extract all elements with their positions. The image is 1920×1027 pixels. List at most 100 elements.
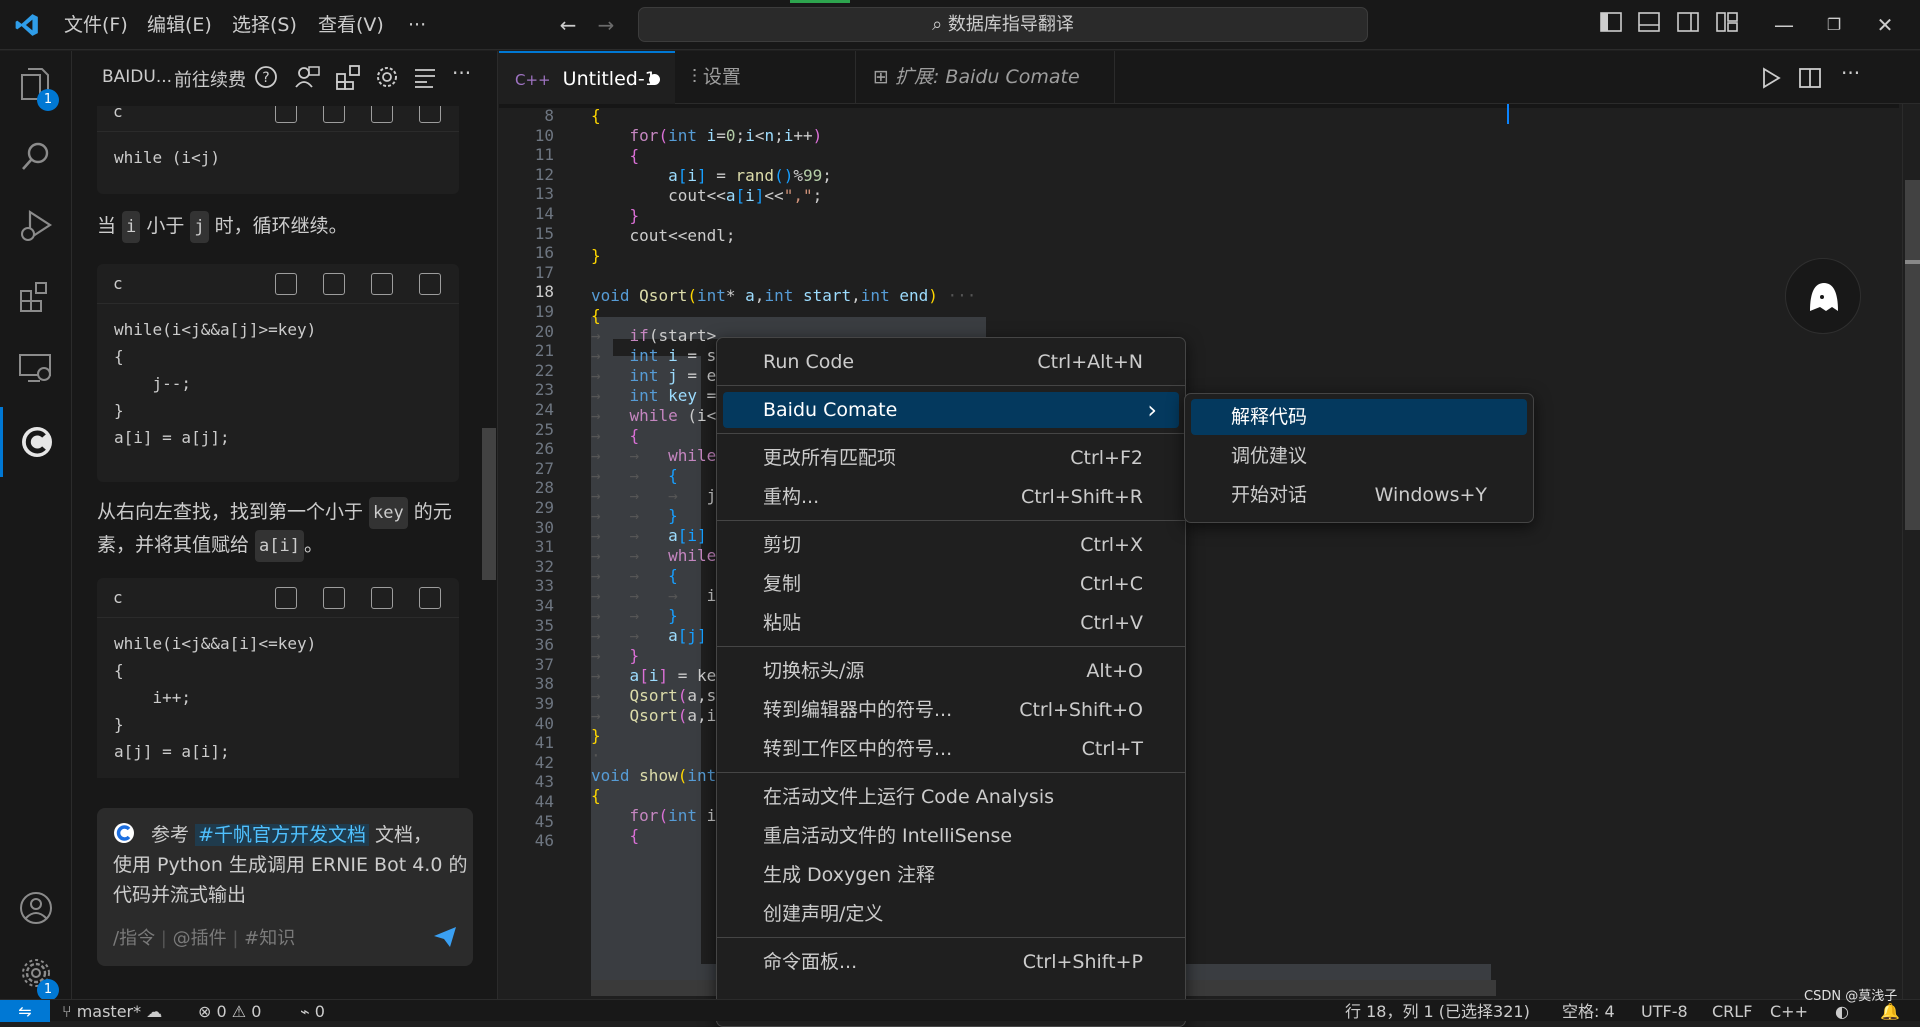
list-filter-icon[interactable] [413,65,437,89]
copy-icon[interactable] [371,587,393,609]
command-center[interactable]: ⌕ 数据库指导翻译 [638,7,1368,42]
run-icon[interactable] [1761,67,1781,89]
menu-item-label: 重启活动文件的 IntelliSense [763,825,1013,847]
knowledge-shortcut[interactable]: #知识 [244,928,295,949]
sidebar-scrollbar[interactable] [482,428,496,580]
extensions-button[interactable] [0,265,72,335]
line-number: 26 [534,439,554,459]
close-icon[interactable]: ✕ [1872,12,1898,38]
menu-edit[interactable]: 编辑(E) [137,0,222,50]
scrollbar-thumb[interactable] [1905,180,1920,530]
explorer-button[interactable]: 1 [0,51,72,121]
context-menu-item[interactable]: 转到工作区中的符号... Ctrl+T [723,731,1179,767]
context-menu-item[interactable]: Run Code Ctrl+Alt+N [723,344,1179,380]
menu-separator [717,646,1185,647]
tab-settings[interactable]: ⫶ 设置 [676,51,856,104]
accept-icon[interactable] [323,273,345,295]
send-icon[interactable] [433,926,457,948]
forward-arrow-icon[interactable]: → [593,12,619,38]
remote-indicator-icon[interactable]: ⇋ [0,1000,50,1022]
accept-icon[interactable] [323,587,345,609]
line-number: 45 [534,811,554,831]
accept-icon[interactable] [323,106,345,123]
accounts-button[interactable] [0,874,72,944]
insert-icon[interactable] [275,273,297,295]
context-menu-item[interactable]: 重构... Ctrl+Shift+R [723,479,1179,515]
more-actions-icon[interactable]: ··· [452,61,471,85]
prompt-line-2: 使用 Python 生成调用 ERNIE Bot 4.0 的 [113,854,468,876]
menu-file[interactable]: 文件(F) [54,0,138,50]
context-menu-item[interactable]: 更改所有匹配项 Ctrl+F2 [723,440,1179,476]
menu-more[interactable]: ··· [398,0,436,50]
context-menu-item[interactable]: 复制 Ctrl+C [723,566,1179,602]
menu-selection[interactable]: 选择(S) [222,0,307,50]
menu-item-shortcut: Ctrl+F2 [1070,447,1143,469]
tab-extension[interactable]: ⊞ 扩展: Baidu Comate [857,51,1115,104]
toggle-secondary-sidebar-icon[interactable] [1675,12,1701,38]
search-button[interactable] [0,124,72,194]
copy-icon[interactable] [371,106,393,123]
menu-view[interactable]: 查看(V) [308,0,394,50]
comate-floating-button[interactable] [1785,258,1861,334]
submenu-item[interactable]: 解释代码 [1191,399,1527,435]
editor-scrollbar[interactable] [1902,104,1920,999]
context-menu-item[interactable]: 粘贴 Ctrl+V [723,605,1179,641]
context-menu-item[interactable]: 命令面板... Ctrl+Shift+P [723,944,1179,980]
new-file-icon[interactable] [419,273,441,295]
context-menu-item[interactable]: 重启活动文件的 IntelliSense [723,818,1179,854]
language-mode[interactable]: C++ [1770,1000,1808,1022]
code-block-content[interactable]: while(i<j&&a[j]>=key) { j--; } a[i] = a[… [97,304,459,463]
plugin-shortcut[interactable]: @插件 [173,928,227,949]
code-block-content[interactable]: while(i<j&&a[i]<=key) { i++; } a[j] = a[… [97,618,459,777]
context-menu-item[interactable]: 切换标头/源 Alt+O [723,653,1179,689]
command-shortcut[interactable]: /指令 [113,928,155,949]
code-line: → Qsort(a,i [591,706,717,725]
code-block-content[interactable]: while (i<j) [97,132,459,183]
help-icon[interactable]: ? [254,65,278,89]
new-file-icon[interactable] [419,106,441,123]
settings-gear-icon[interactable] [374,64,400,90]
line-number: 41 [534,733,554,753]
title-bar: 文件(F) 编辑(E) 选择(S) 查看(V) ··· ← → ⌕ 数据库指导翻… [0,0,1920,50]
more-actions-icon[interactable]: ··· [1841,61,1860,85]
context-menu-item[interactable]: 创建声明/定义 [723,896,1179,932]
toggle-primary-sidebar-icon[interactable] [1598,12,1624,38]
git-branch[interactable]: ⑂ master* ☁ [62,1000,162,1022]
chat-user-icon[interactable] [294,65,320,89]
submenu-item[interactable]: 调优建议 [1191,438,1527,474]
line-endings[interactable]: CRLF [1712,1000,1752,1022]
split-editor-icon[interactable] [1799,67,1821,89]
code-editor[interactable]: 8 10 11 12 13 14 15 16 17 18 19 20 21 22 23 24 25 26 27 28 2… [499,104,1920,999]
minimize-icon[interactable]: — [1771,12,1797,38]
back-arrow-icon[interactable]: ← [555,12,581,38]
sticky-scroll-shadow [499,104,1899,108]
encoding[interactable]: UTF-8 [1641,1000,1688,1022]
new-file-icon[interactable] [419,587,441,609]
ports-indicator[interactable]: ⌁ 0 [300,1000,325,1022]
tab-untitled-1[interactable]: C++ Untitled-1 [499,51,675,104]
run-debug-button[interactable] [0,194,72,264]
indentation[interactable]: 空格: 4 [1562,1000,1615,1022]
context-menu-item[interactable]: 转到编辑器中的符号... Ctrl+Shift+O [723,692,1179,728]
restore-icon[interactable]: ❐ [1821,12,1847,38]
apps-icon[interactable] [335,64,361,90]
problems-indicator[interactable]: ⊗ 0 ⚠ 0 [198,1000,261,1022]
remote-explorer-button[interactable] [0,336,72,406]
insert-icon[interactable] [275,106,297,123]
context-menu-item[interactable]: 剪切 Ctrl+X [723,527,1179,563]
toggle-panel-icon[interactable] [1636,12,1662,38]
submenu-item[interactable]: 开始对话 Windows+Y [1191,477,1527,513]
chat-input-box[interactable]: 参考 #千帆官方开发文档 文档， 使用 Python 生成调用 ERNIE Bo… [97,808,473,966]
insert-icon[interactable] [275,587,297,609]
renew-link[interactable]: 前往续费 [174,66,246,92]
context-menu-item[interactable]: 生成 Doxygen 注释 [723,857,1179,893]
line-number: 42 [534,752,554,772]
cursor-position[interactable]: 行 18，列 1 (已选择321) [1345,1000,1530,1022]
context-menu-item[interactable]: Baidu Comate › [723,392,1179,428]
customize-layout-icon[interactable] [1714,12,1740,38]
context-menu-item[interactable]: 在活动文件上运行 Code Analysis [723,779,1179,815]
unsaved-dot-icon[interactable] [649,74,660,85]
copy-icon[interactable] [371,273,393,295]
baidu-comate-button[interactable] [0,407,72,477]
reference-link[interactable]: #千帆官方开发文档 [195,824,369,846]
